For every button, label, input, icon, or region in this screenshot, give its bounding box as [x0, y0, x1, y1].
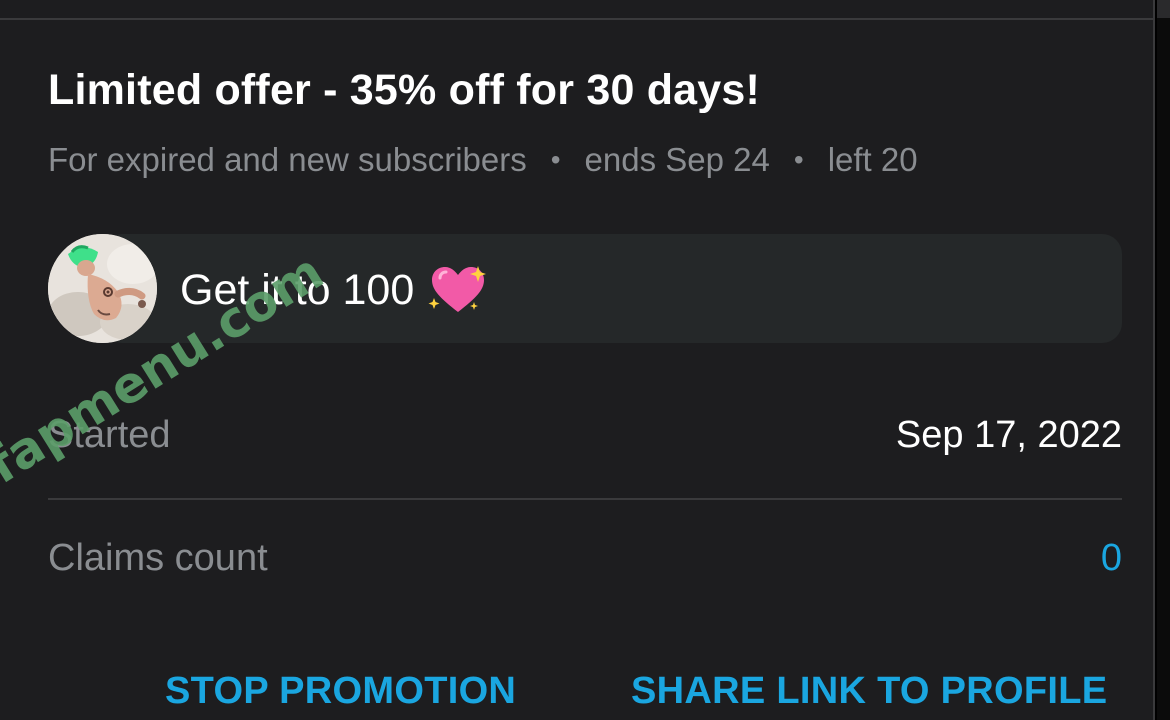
row-divider	[48, 498, 1122, 500]
stop-promotion-button[interactable]: STOP PROMOTION	[165, 670, 516, 713]
message-text-row: Get it to 100	[180, 264, 488, 316]
claims-label: Claims count	[48, 537, 268, 579]
edge-tick	[1157, 0, 1170, 18]
promotion-message: Get it to 100	[48, 234, 1122, 343]
avatar[interactable]	[48, 234, 157, 343]
offer-audience: For expired and new subscribers	[48, 141, 527, 178]
started-label: Started	[48, 414, 171, 456]
claims-value[interactable]: 0	[1101, 537, 1122, 580]
meta-separator: •	[550, 144, 561, 175]
offer-left: left 20	[827, 141, 918, 178]
offer-ends: ends Sep 24	[584, 141, 770, 178]
meta-separator: •	[793, 144, 804, 175]
offer-title: Limited offer - 35% off for 30 days!	[48, 66, 761, 114]
top-divider	[0, 18, 1155, 20]
action-bar: STOP PROMOTION SHARE LINK TO PROFILE	[0, 670, 1155, 715]
message-text: Get it to 100	[180, 265, 415, 314]
offer-meta: For expired and new subscribers • ends S…	[48, 141, 918, 179]
started-row: Started Sep 17, 2022	[48, 414, 1122, 457]
share-link-button[interactable]: SHARE LINK TO PROFILE	[631, 670, 1107, 713]
sparkling-heart-icon	[428, 264, 488, 316]
started-value: Sep 17, 2022	[895, 414, 1122, 456]
claims-row: Claims count 0	[48, 537, 1122, 580]
screen-edge	[1157, 0, 1170, 720]
promotion-card: Limited offer - 35% off for 30 days! For…	[0, 0, 1155, 720]
